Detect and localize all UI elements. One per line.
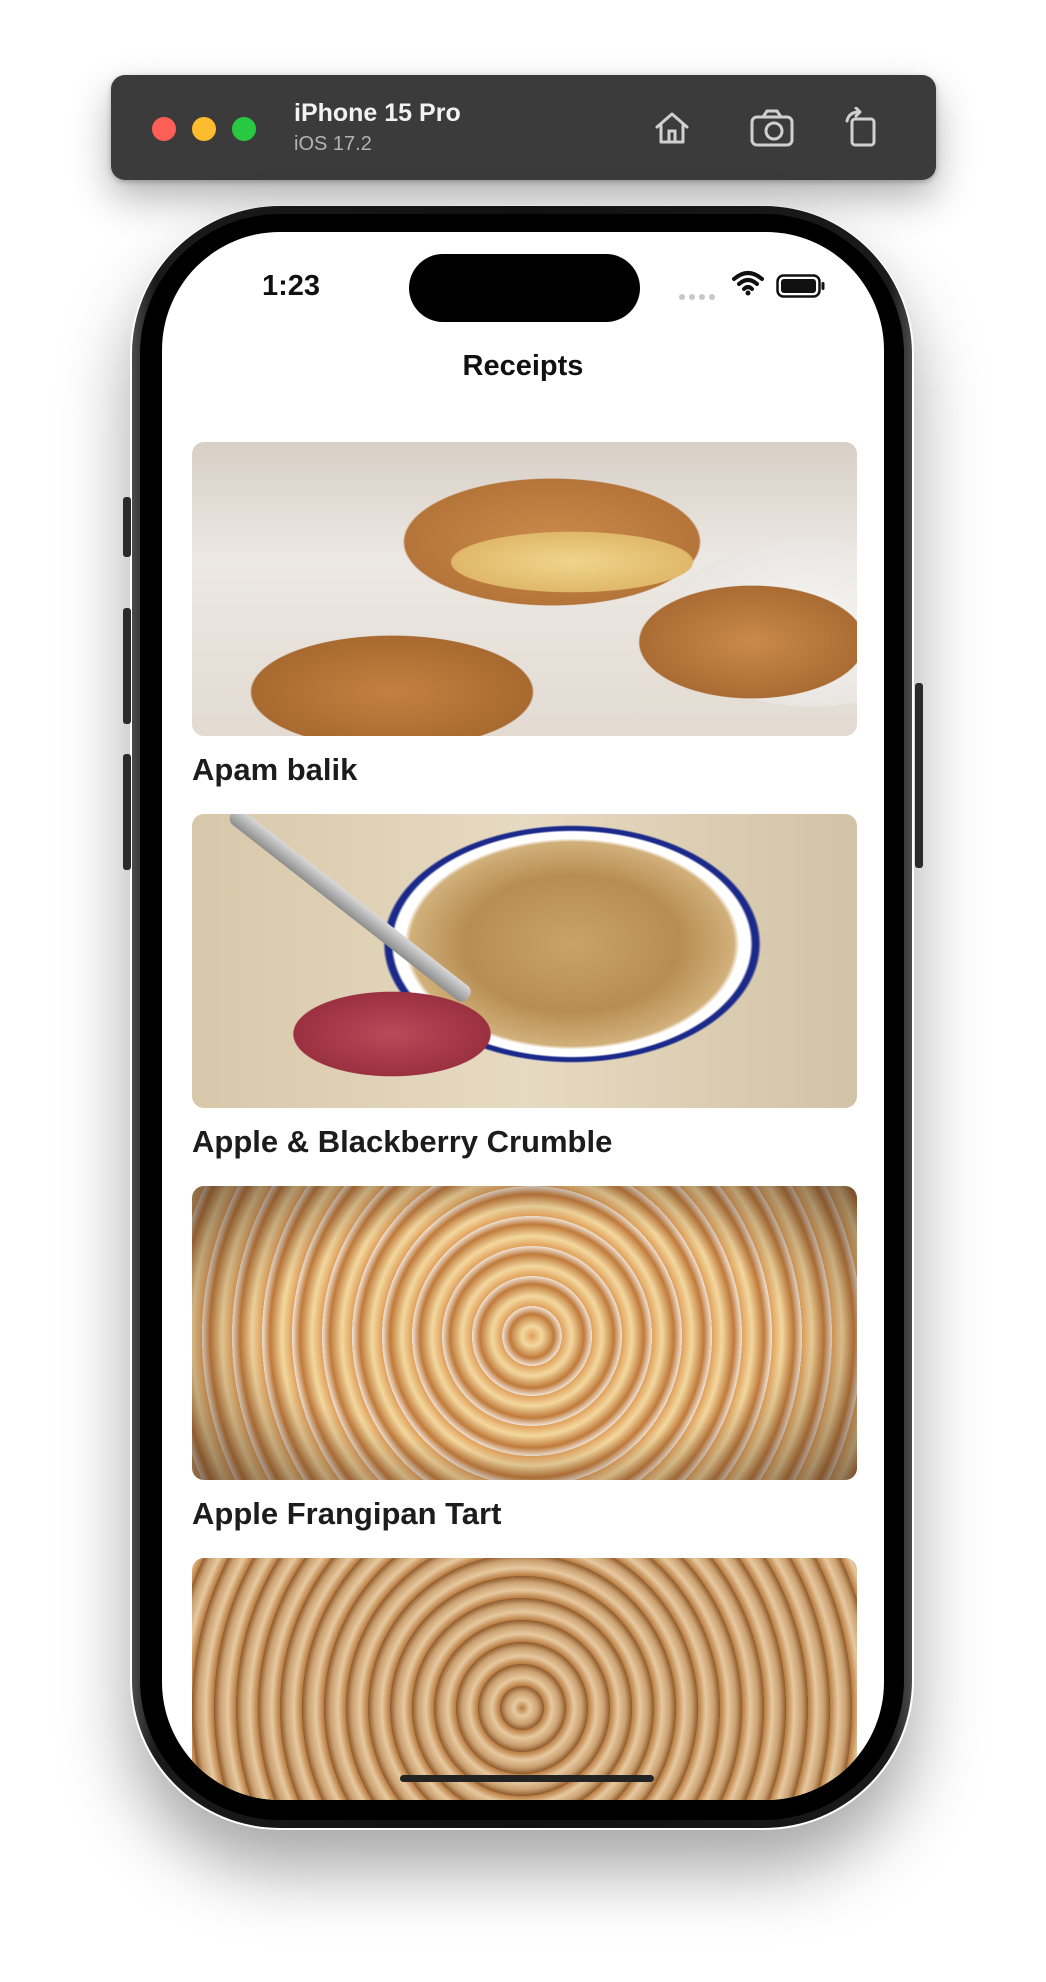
simulator-toolbar: iPhone 15 Pro iOS 17.2 bbox=[111, 75, 936, 180]
home-indicator[interactable] bbox=[400, 1775, 654, 1782]
battery-icon bbox=[776, 274, 825, 298]
recipe-image bbox=[192, 442, 857, 736]
recipe-title: Apam balik bbox=[192, 752, 358, 787]
page-title: Receipts bbox=[462, 350, 584, 382]
action-button[interactable] bbox=[123, 497, 131, 557]
wifi-icon bbox=[732, 271, 764, 296]
recipe-image bbox=[192, 1558, 857, 1800]
minimize-window-button[interactable] bbox=[192, 117, 216, 141]
device-name: iPhone 15 Pro bbox=[294, 99, 461, 127]
dynamic-island bbox=[409, 254, 640, 322]
recipe-card[interactable]: Apple & Blackberry Crumble bbox=[192, 814, 857, 1160]
cellular-dots-icon bbox=[679, 294, 715, 300]
recipe-image bbox=[192, 1186, 857, 1480]
recipe-card[interactable] bbox=[192, 1558, 857, 1800]
recipe-title: Apple Frangipan Tart bbox=[192, 1496, 502, 1531]
zoom-window-button[interactable] bbox=[232, 117, 256, 141]
screenshot-icon bbox=[750, 109, 794, 147]
home-icon bbox=[655, 112, 689, 144]
phone-screen: 1:23 Receipts Apam balik Apple & Blackbe… bbox=[162, 232, 884, 1800]
recipe-image bbox=[192, 814, 857, 1108]
screenshot-button[interactable] bbox=[749, 105, 795, 151]
status-time: 1:23 bbox=[262, 270, 321, 302]
home-button[interactable] bbox=[649, 105, 695, 151]
power-button[interactable] bbox=[915, 683, 923, 868]
close-window-button[interactable] bbox=[152, 117, 176, 141]
recipe-card[interactable]: Apple Frangipan Tart bbox=[192, 1186, 857, 1532]
volume-up-button[interactable] bbox=[123, 608, 131, 724]
recipe-title: Apple & Blackberry Crumble bbox=[192, 1124, 613, 1159]
recipe-card[interactable]: Apam balik bbox=[192, 442, 857, 788]
spoon-graphic bbox=[226, 814, 474, 1005]
rotate-icon bbox=[845, 107, 876, 147]
simulator-stage: iPhone 15 Pro iOS 17.2 1:23 Receipts Apa… bbox=[0, 0, 1046, 1982]
recipe-list[interactable]: Apam balik Apple & Blackberry Crumble Ap… bbox=[192, 442, 857, 1800]
os-version: iOS 17.2 bbox=[294, 133, 372, 155]
rotate-button[interactable] bbox=[839, 105, 885, 151]
volume-down-button[interactable] bbox=[123, 754, 131, 870]
